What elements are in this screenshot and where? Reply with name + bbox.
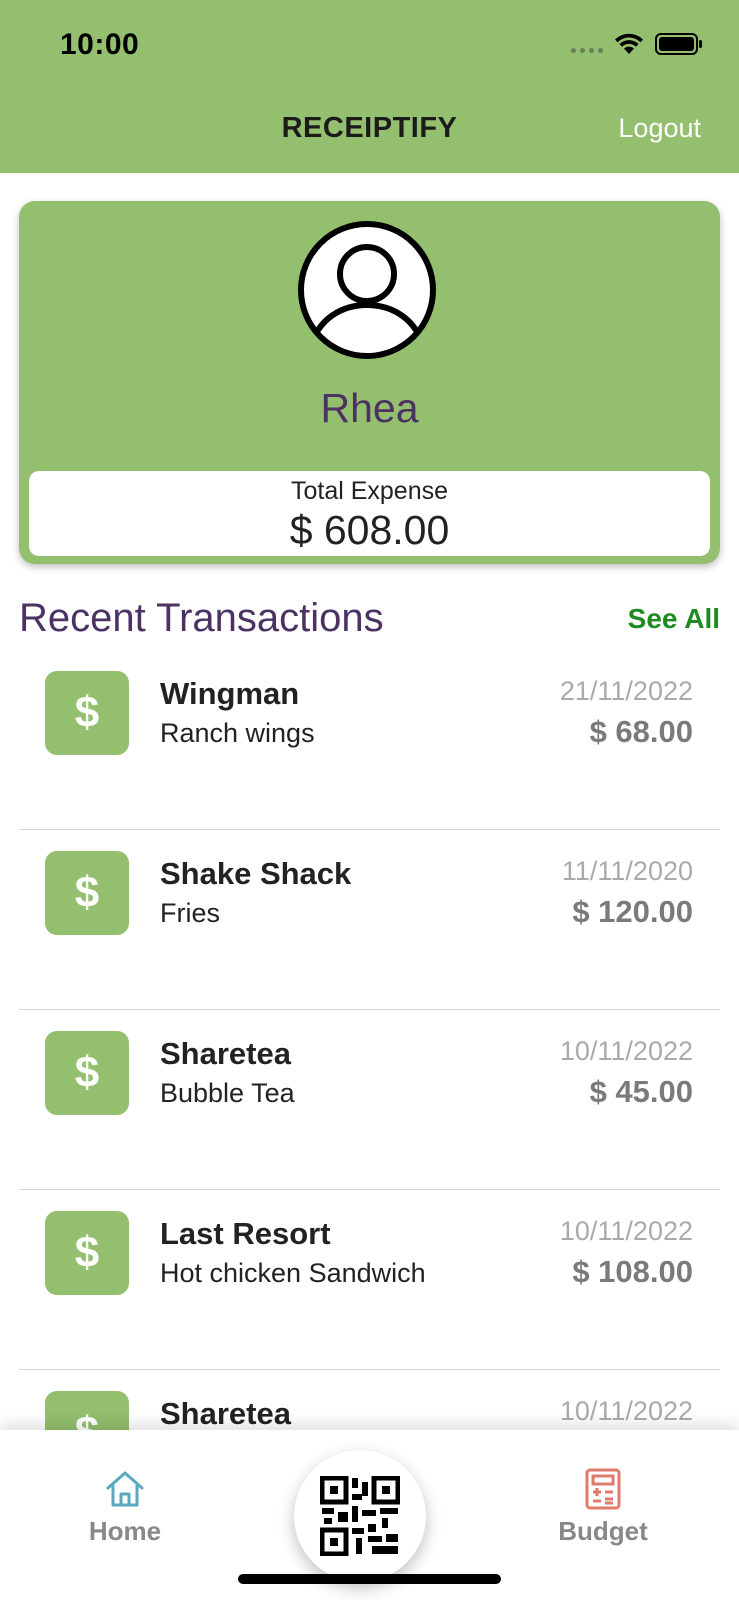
tab-bar: Home Budget: [0, 1430, 739, 1600]
user-avatar-icon: [298, 221, 436, 359]
transaction-date: 10/11/2022: [559, 1216, 693, 1246]
budget-calculator-icon: [585, 1468, 621, 1510]
see-all-link[interactable]: See All: [628, 603, 720, 635]
transaction-row[interactable]: $ Sharetea 10/11/2022: [19, 1370, 720, 1430]
transaction-row[interactable]: $ Wingman Ranch wings 21/11/2022 $ 68.00: [19, 650, 720, 830]
total-expense-label: Total Expense: [290, 477, 449, 505]
dollar-icon: $: [45, 1211, 129, 1295]
transaction-amount: $ 68.00: [589, 714, 693, 749]
transaction-item: Hot chicken Sandwich: [160, 1258, 426, 1288]
transaction-amount: $ 45.00: [589, 1074, 693, 1109]
logout-button[interactable]: Logout: [618, 113, 701, 144]
home-indicator: [238, 1574, 501, 1584]
transaction-list[interactable]: $ Wingman Ranch wings 21/11/2022 $ 68.00…: [0, 650, 739, 1430]
transaction-merchant: Sharetea: [160, 1036, 291, 1071]
transaction-date: 21/11/2022: [559, 676, 693, 706]
transaction-row[interactable]: $ Shake Shack Fries 11/11/2020 $ 120.00: [19, 830, 720, 1010]
transaction-date: 10/11/2022: [559, 1396, 693, 1426]
home-icon: [106, 1471, 144, 1507]
tab-home-label: Home: [88, 1516, 162, 1546]
status-time: 10:00: [60, 28, 140, 61]
total-expense-value: $ 608.00: [289, 507, 450, 553]
transaction-item: Bubble Tea: [160, 1078, 295, 1108]
transaction-amount: $ 120.00: [572, 894, 693, 929]
transaction-date: 11/11/2020: [561, 856, 693, 886]
transaction-item: Fries: [160, 898, 220, 928]
transaction-item: Ranch wings: [160, 718, 315, 748]
tab-home[interactable]: Home: [55, 1468, 195, 1547]
transaction-amount: $ 108.00: [572, 1254, 693, 1289]
transaction-row[interactable]: $ Last Resort Hot chicken Sandwich 10/11…: [19, 1190, 720, 1370]
dollar-icon: $: [45, 1391, 129, 1430]
cellular-signal-icon: [571, 47, 603, 53]
transaction-merchant: Sharetea: [160, 1396, 291, 1430]
scan-qr-button[interactable]: [294, 1450, 426, 1582]
profile-card: Rhea Total Expense $ 608.00: [19, 201, 720, 564]
transaction-merchant: Wingman: [160, 676, 300, 711]
transaction-row[interactable]: $ Sharetea Bubble Tea 10/11/2022 $ 45.00: [19, 1010, 720, 1190]
wifi-icon: [615, 33, 643, 54]
total-expense-box: Total Expense $ 608.00: [29, 471, 710, 556]
transaction-merchant: Last Resort: [160, 1216, 331, 1251]
battery-icon: [655, 33, 702, 55]
status-icons: [571, 32, 703, 56]
app-header: 10:00 RECEIPTIFY Logout: [0, 0, 739, 173]
dollar-icon: $: [45, 671, 129, 755]
profile-name: Rhea: [320, 385, 419, 431]
transaction-date: 10/11/2022: [559, 1036, 693, 1066]
tab-budget-label: Budget: [558, 1516, 648, 1546]
dollar-icon: $: [45, 1031, 129, 1115]
dollar-icon: $: [45, 851, 129, 935]
transaction-merchant: Shake Shack: [160, 856, 352, 891]
recent-transactions-title: Recent Transactions: [19, 596, 384, 640]
qr-code-icon: [320, 1476, 400, 1556]
tab-budget[interactable]: Budget: [533, 1468, 673, 1547]
